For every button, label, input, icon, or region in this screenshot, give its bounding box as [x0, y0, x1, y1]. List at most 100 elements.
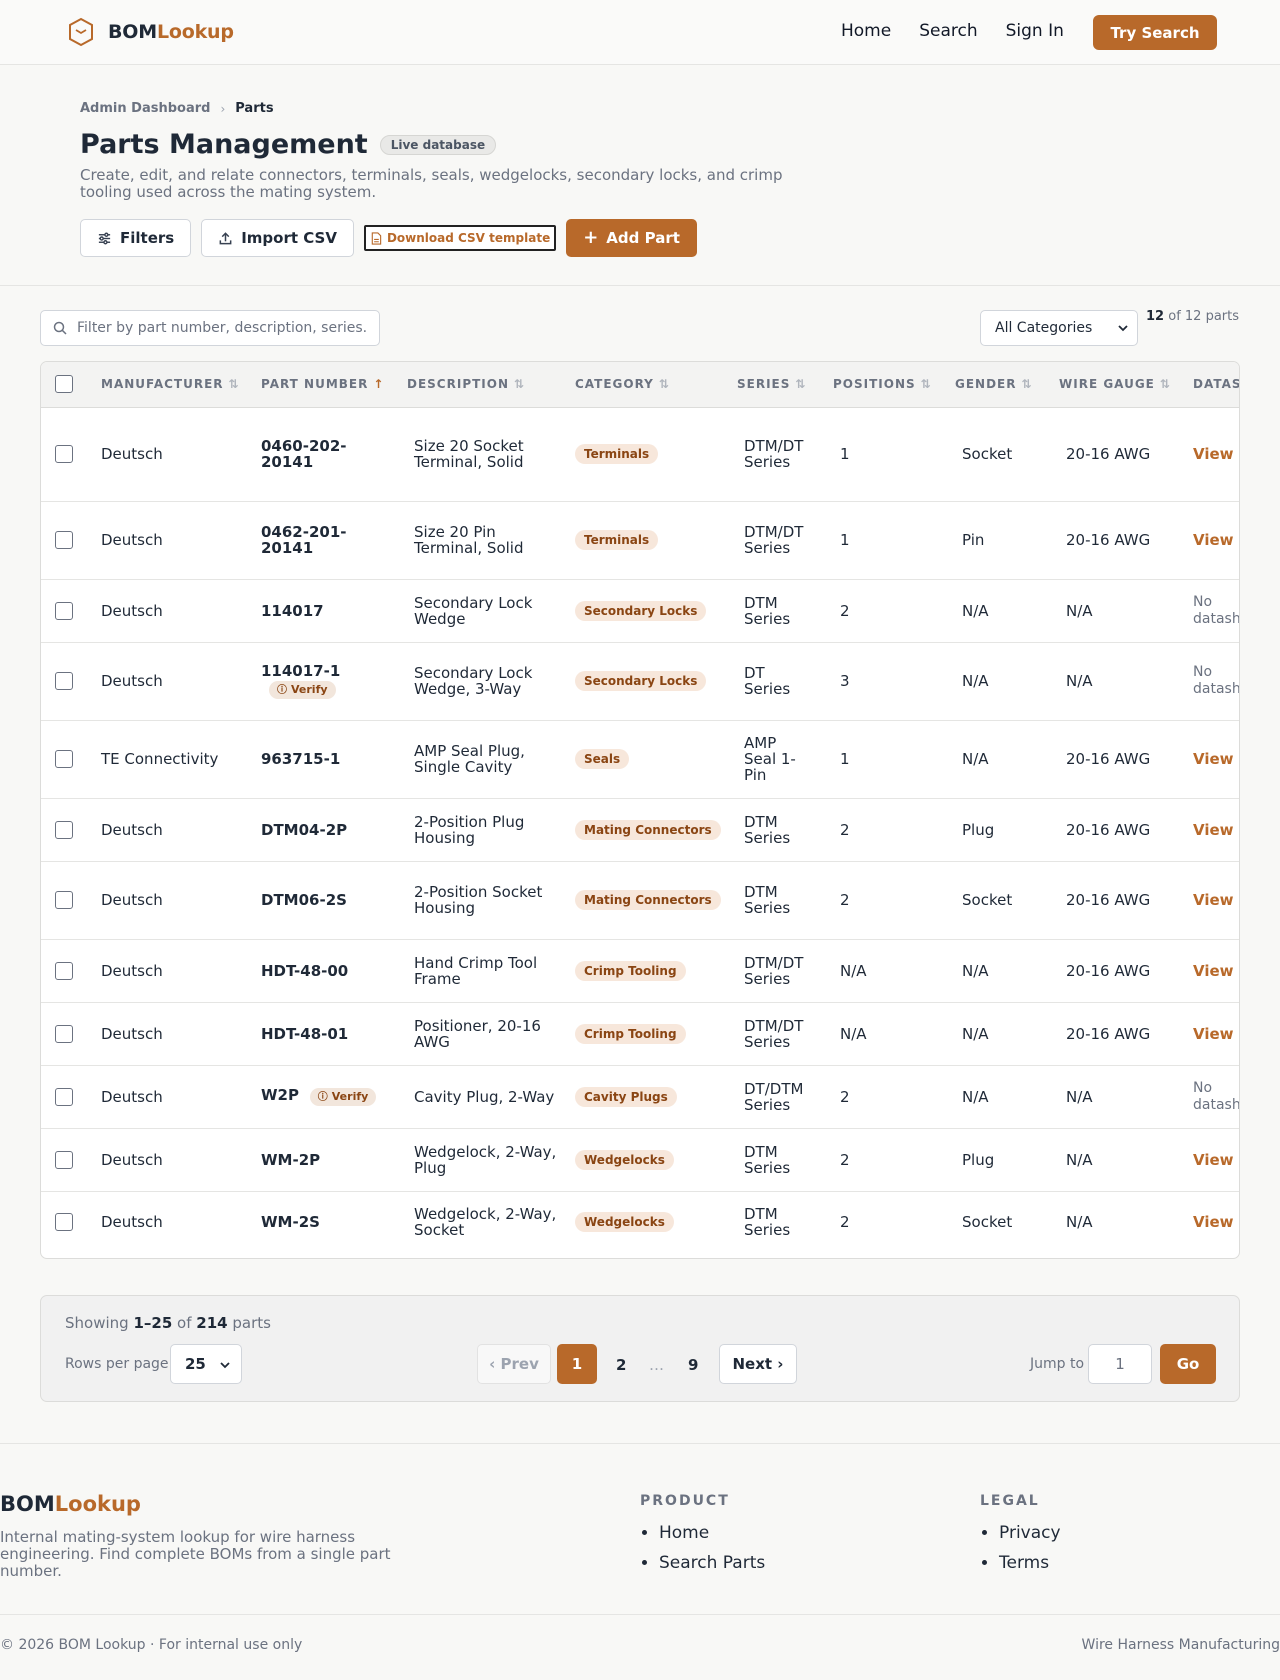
row-checkbox[interactable] [55, 961, 73, 980]
import-csv-button[interactable]: Import CSV [201, 219, 354, 257]
category-select[interactable]: All Categories [980, 310, 1138, 346]
row-checkbox[interactable] [55, 601, 73, 620]
logo[interactable]: BOMLookup [68, 17, 234, 47]
row-select-cell [41, 501, 101, 580]
select-all-checkbox[interactable] [55, 375, 73, 394]
wire-gauge-cell: 20-16 AWG [1059, 861, 1193, 940]
try-search-button[interactable]: Try Search [1093, 15, 1217, 50]
part-number[interactable]: DTM06-2S [261, 892, 353, 908]
table-row[interactable]: Deutsch W2P ⓘ Verify Cavity Plug, 2-Way Cavi… [41, 1065, 1239, 1129]
footer-link-search-parts[interactable]: Search Parts [659, 1553, 765, 1573]
row-checkbox[interactable] [55, 820, 73, 839]
breadcrumb-admin-dashboard[interactable]: Admin Dashboard [80, 101, 210, 116]
nav-link-search[interactable]: Search [919, 21, 977, 41]
wire-gauge-cell: N/A [1059, 579, 1193, 643]
page-2-button[interactable]: 2 [616, 1356, 626, 1374]
col-category[interactable]: CATEGORY ⇅ [575, 362, 737, 408]
table-row[interactable]: TE Connectivity 963715-1 AMP Seal Plug, Si… [41, 720, 1239, 799]
view-datasheet-link[interactable]: View [1193, 445, 1239, 463]
table-row[interactable]: Deutsch 0462-201-20141 Size 20 Pin Termina… [41, 501, 1239, 580]
gender-cell: N/A [955, 642, 1059, 721]
part-number-cell: W2P ⓘ Verify [261, 1065, 407, 1129]
prev-page-button[interactable]: ‹ Prev [477, 1344, 551, 1384]
part-number[interactable]: 114017 [261, 603, 353, 619]
part-number[interactable]: WM-2P [261, 1152, 353, 1168]
part-number[interactable]: 114017-1 [261, 663, 407, 679]
row-checkbox[interactable] [55, 531, 73, 549]
part-number[interactable]: HDT-48-01 [261, 1026, 353, 1042]
col-positions[interactable]: POSITIONS ⇅ [833, 362, 955, 408]
table-row[interactable]: Deutsch DTM04-2P 2-Position Plug Housing Ma… [41, 798, 1239, 862]
table-row[interactable]: Deutsch 114017-1 ⓘ Verify Secondary Lock Wed… [41, 642, 1239, 721]
col-description[interactable]: DESCRIPTION ⇅ [407, 362, 575, 408]
filters-button[interactable]: Filters [80, 219, 192, 257]
view-datasheet-link[interactable]: View [1193, 531, 1239, 549]
row-checkbox[interactable] [55, 1087, 73, 1106]
part-number[interactable]: 0460-202-20141 [261, 438, 353, 470]
table-row[interactable]: Deutsch DTM06-2S 2-Position Socket Housing… [41, 861, 1239, 940]
view-datasheet-link[interactable]: View [1193, 750, 1239, 768]
file-icon [371, 231, 382, 245]
category-select-value: All Categories [995, 320, 1093, 336]
row-select-cell [41, 861, 101, 940]
table-row[interactable]: Deutsch 0460-202-20141 Size 20 Socket Term… [41, 407, 1239, 502]
category-cell: Crimp Tooling [575, 1002, 737, 1066]
table-row[interactable]: Deutsch HDT-48-00 Hand Crimp Tool Frame Cri… [41, 939, 1239, 1003]
row-checkbox[interactable] [55, 1150, 73, 1169]
view-datasheet-link[interactable]: View [1193, 821, 1239, 839]
row-checkbox[interactable] [55, 1213, 73, 1232]
part-number[interactable]: 0462-201-20141 [261, 524, 353, 556]
part-number[interactable]: DTM04-2P [261, 822, 353, 838]
view-datasheet-link[interactable]: View [1193, 962, 1239, 980]
rows-per-page-select[interactable]: 25 [170, 1344, 242, 1384]
footer-link-home[interactable]: Home [659, 1523, 765, 1543]
positions-cell: N/A [833, 939, 955, 1003]
category-cell: Secondary Locks [575, 642, 737, 721]
row-checkbox[interactable] [55, 750, 73, 768]
search-input[interactable] [77, 320, 367, 336]
add-part-button[interactable]: + Add Part [566, 219, 697, 257]
col-gender[interactable]: GENDER ⇅ [955, 362, 1059, 408]
category-badge: Crimp Tooling [575, 960, 686, 981]
row-checkbox[interactable] [55, 891, 73, 909]
part-number[interactable]: WM-2S [261, 1214, 353, 1230]
nav-link-sign-in[interactable]: Sign In [1006, 21, 1064, 41]
part-number[interactable]: 963715-1 [261, 751, 353, 767]
col-manufacturer[interactable]: MANUFACTURER ⇅ [101, 362, 261, 408]
footer-link-privacy[interactable]: Privacy [999, 1523, 1061, 1543]
footer-link-terms[interactable]: Terms [999, 1553, 1061, 1573]
view-datasheet-link[interactable]: View [1193, 1213, 1239, 1231]
row-checkbox[interactable] [55, 445, 73, 463]
part-number[interactable]: HDT-48-00 [261, 963, 353, 979]
row-checkbox[interactable] [55, 1024, 73, 1043]
category-cell: Mating Connectors [575, 798, 737, 862]
page-9-button[interactable]: 9 [688, 1356, 698, 1374]
series-cell: DTM/DT Series [737, 501, 833, 580]
description-cell: Size 20 Pin Terminal, Solid [407, 501, 575, 580]
positions-cell: 3 [833, 642, 955, 721]
table-row[interactable]: Deutsch 114017 Secondary Lock Wedge Seconda… [41, 579, 1239, 643]
view-datasheet-link[interactable]: View [1193, 1151, 1239, 1169]
next-page-button[interactable]: Next › [719, 1344, 797, 1384]
external-link-icon [1238, 1155, 1239, 1165]
table-row[interactable]: Deutsch HDT-48-01 Positioner, 20-16 AWG Cri… [41, 1002, 1239, 1066]
table-row[interactable]: Deutsch WM-2S Wedgelock, 2-Way, Socket Wedg… [41, 1191, 1239, 1253]
page-1-button[interactable]: 1 [557, 1344, 597, 1384]
part-number[interactable]: W2P [261, 1086, 299, 1104]
col-part-number[interactable]: PART NUMBER ↑ [261, 362, 407, 408]
jump-to-input[interactable]: 1 [1088, 1344, 1152, 1384]
datasheet-cell: View [1193, 1191, 1239, 1253]
category-badge: Mating Connectors [575, 890, 721, 910]
download-csv-template-link[interactable]: Download CSV template [363, 225, 557, 251]
view-datasheet-link[interactable]: View [1193, 891, 1239, 909]
category-cell: Crimp Tooling [575, 939, 737, 1003]
col-series[interactable]: SERIES ⇅ [737, 362, 833, 408]
col-wire-gauge[interactable]: WIRE GAUGE ⇅ [1059, 362, 1193, 408]
view-datasheet-link[interactable]: View [1193, 1025, 1239, 1043]
table-row[interactable]: Deutsch WM-2P Wedgelock, 2-Way, Plug Wedgel… [41, 1128, 1239, 1192]
sort-icon: ⇅ [1021, 377, 1032, 392]
go-button[interactable]: Go [1160, 1344, 1216, 1384]
nav-link-home[interactable]: Home [841, 21, 891, 41]
category-badge: Terminals [575, 444, 659, 464]
row-checkbox[interactable] [55, 672, 73, 690]
